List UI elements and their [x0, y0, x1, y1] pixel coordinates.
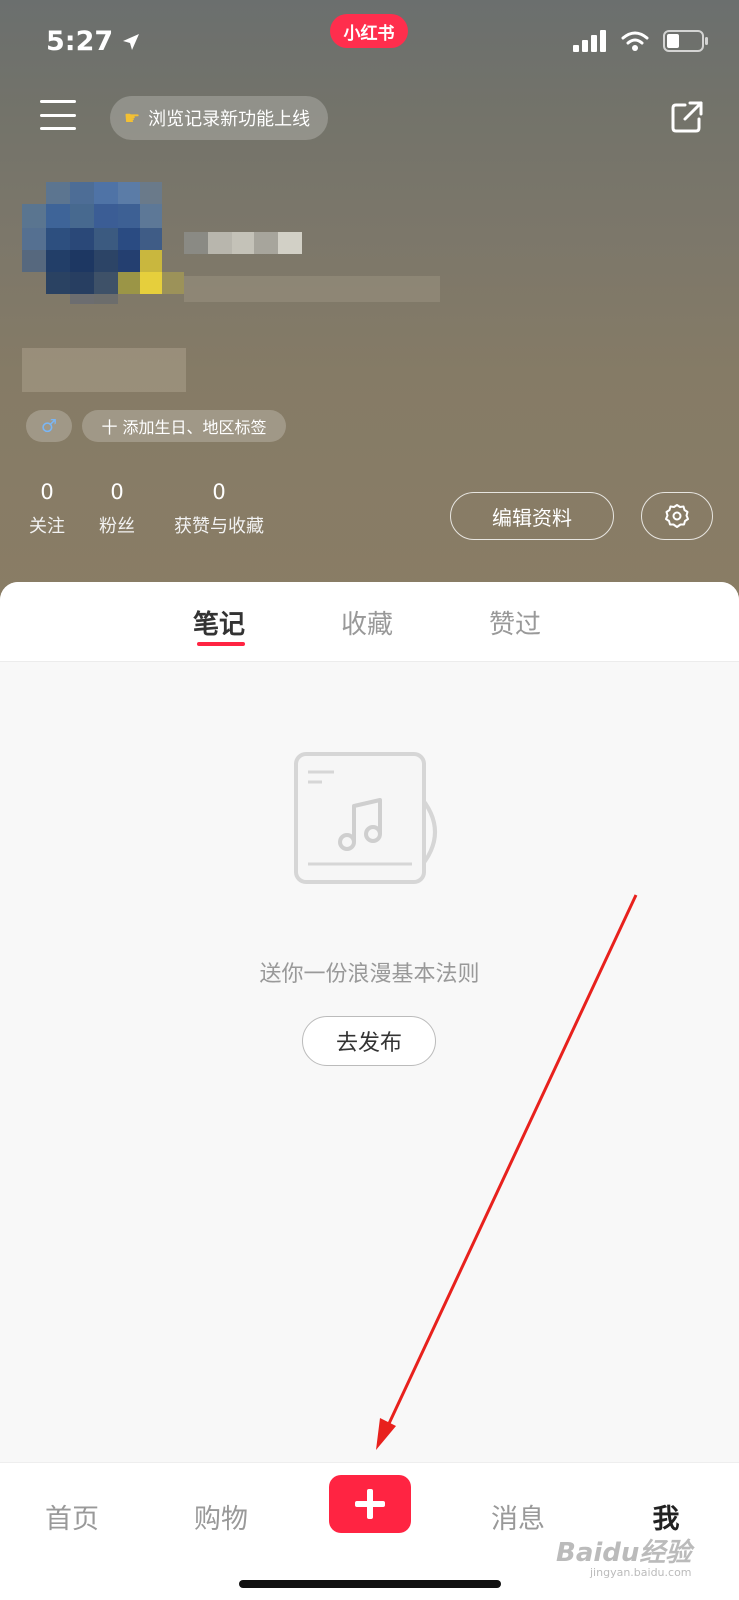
nav-me-label: 我	[652, 1504, 680, 1535]
gender-tag[interactable]: ♂	[26, 410, 72, 442]
share-icon[interactable]	[670, 100, 704, 134]
nav-shopping-label: 购物	[194, 1504, 248, 1535]
stat-likes-label: 获赞与收藏	[174, 516, 264, 537]
edit-profile-button[interactable]: 编辑资料	[450, 492, 614, 540]
stat-followers-label: 粉丝	[99, 516, 135, 537]
cellular-signal-icon	[573, 30, 606, 52]
watermark-url: jingyan.baidu.com	[590, 1566, 692, 1579]
add-birthday-region-tag[interactable]: 十 添加生日、地区标签	[82, 410, 286, 442]
tab-notes[interactable]: 笔记	[193, 604, 245, 641]
user-bio-blurred	[22, 348, 186, 392]
nav-home-label: 首页	[45, 1504, 99, 1535]
menu-icon[interactable]	[40, 100, 76, 130]
user-id-blurred	[184, 276, 440, 302]
avatar[interactable]	[22, 182, 184, 318]
settings-button[interactable]	[641, 492, 713, 540]
battery-icon	[663, 30, 708, 52]
tab-liked[interactable]: 赞过	[489, 604, 541, 641]
status-indicators	[573, 30, 709, 52]
tab-notes-label: 笔记	[193, 610, 246, 640]
stat-following-value: 0	[40, 480, 54, 504]
status-time-text: 5:27	[46, 26, 114, 57]
music-album-icon	[294, 752, 437, 884]
stat-followers[interactable]: 0 粉丝	[92, 480, 142, 538]
nav-messages[interactable]: 消息	[468, 1497, 568, 1536]
tab-collections[interactable]: 收藏	[341, 604, 393, 641]
active-tab-indicator	[197, 642, 245, 646]
gear-icon	[665, 504, 689, 528]
app-logo-text: 小红书	[343, 23, 395, 44]
stat-following-label: 关注	[29, 516, 65, 537]
tab-collections-label: 收藏	[341, 610, 394, 640]
create-post-button[interactable]	[329, 1475, 411, 1533]
nav-home[interactable]: 首页	[22, 1497, 122, 1536]
empty-state-message: 送你一份浪漫基本法则	[259, 962, 480, 987]
edit-profile-label: 编辑资料	[492, 505, 572, 530]
publish-label: 去发布	[335, 1031, 402, 1056]
watermark-brand: Baidu经验	[556, 1538, 692, 1568]
pointing-hand-icon: ☛	[124, 107, 141, 129]
add-tag-text: 十 添加生日、地区标签	[101, 418, 267, 437]
location-arrow-icon	[123, 33, 140, 50]
nav-messages-label: 消息	[491, 1504, 545, 1535]
app-logo-badge: 小红书	[330, 14, 408, 48]
male-icon: ♂	[40, 415, 58, 437]
tab-liked-label: 赞过	[489, 610, 542, 640]
plus-icon	[355, 1489, 385, 1519]
nav-me[interactable]: 我	[616, 1497, 716, 1536]
profile-tabs: 笔记 收藏 赞过	[0, 582, 739, 662]
status-time: 5:27	[46, 26, 141, 57]
stat-followers-value: 0	[110, 480, 124, 504]
nav-shopping[interactable]: 购物	[171, 1497, 271, 1536]
home-indicator	[239, 1580, 501, 1588]
stat-following[interactable]: 0 关注	[22, 480, 72, 538]
username-blurred	[184, 232, 302, 254]
wifi-icon	[621, 31, 649, 51]
browse-history-banner[interactable]: ☛ 浏览记录新功能上线	[110, 96, 329, 140]
publish-button[interactable]: 去发布	[302, 1016, 436, 1066]
stat-likes-collects[interactable]: 0 获赞与收藏	[166, 480, 272, 538]
stat-likes-value: 0	[212, 480, 226, 504]
browse-history-text: 浏览记录新功能上线	[148, 109, 311, 130]
